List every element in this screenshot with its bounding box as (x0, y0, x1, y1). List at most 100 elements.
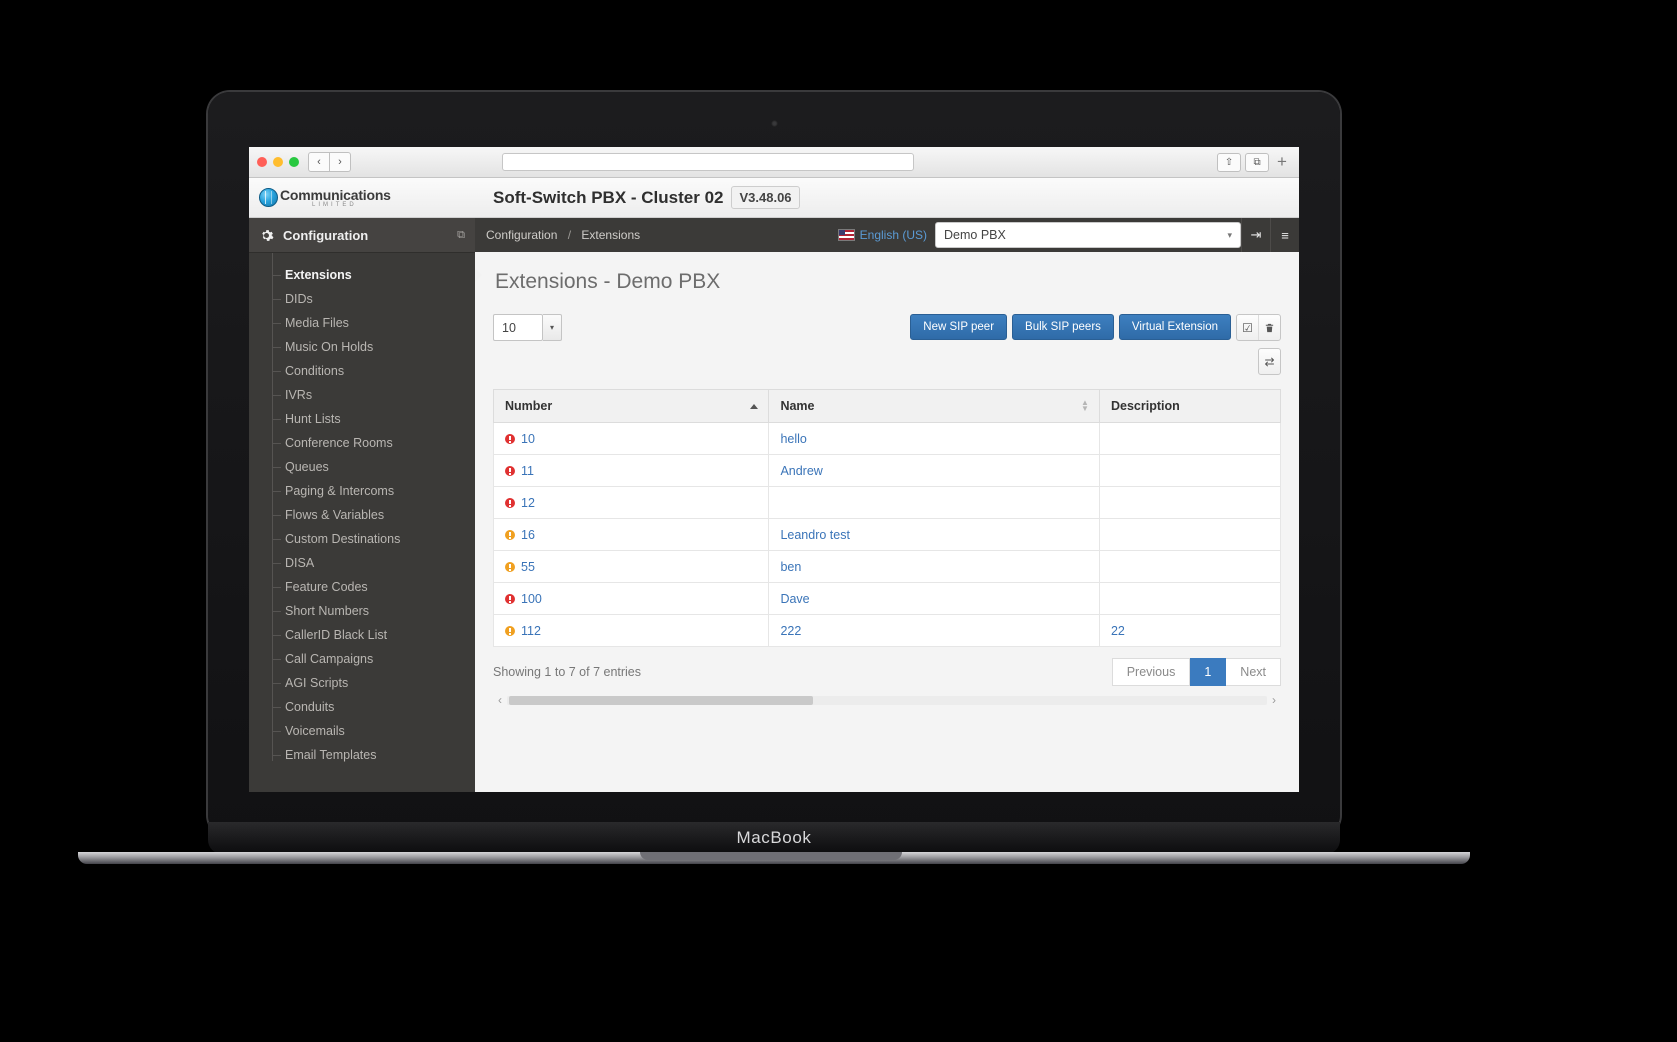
table-row[interactable]: 16 Leandro test (492, 518, 1282, 551)
cell-number[interactable]: 112 (492, 614, 770, 647)
column-header-label: Name (780, 399, 815, 413)
cell-number[interactable]: 11 (492, 454, 770, 487)
select-all-icon[interactable]: ☑ (1237, 315, 1258, 340)
status-warning-icon (505, 561, 515, 572)
sidebar-item-ivrs[interactable]: IVRs (249, 383, 475, 407)
scroll-thumb[interactable] (509, 695, 813, 705)
sidebar-item-disa[interactable]: DISA (249, 551, 475, 575)
sidebar-item-extensions[interactable]: Extensions (249, 263, 482, 287)
sidebar-item-hunt-lists[interactable]: Hunt Lists (249, 407, 475, 431)
show-tabs-icon[interactable]: ⧉ (1245, 152, 1270, 172)
sidebar-item-short-numbers[interactable]: Short Numbers (249, 599, 475, 623)
breadcrumb-root[interactable]: Configuration (486, 228, 557, 242)
browser-nav-buttons[interactable]: ‹ › (308, 152, 351, 172)
sidebar-item-feature-codes[interactable]: Feature Codes (249, 575, 475, 599)
bulk-sip-peers-button[interactable]: Bulk SIP peers (1012, 314, 1114, 340)
window-traffic-lights[interactable] (257, 157, 299, 167)
new-sip-peer-button[interactable]: New SIP peer (910, 314, 1008, 340)
sidebar-item-music-on-holds[interactable]: Music On Holds (249, 335, 475, 359)
sidebar-item-call-campaigns[interactable]: Call Campaigns (249, 647, 475, 671)
sidebar-item-email-templates[interactable]: Email Templates (249, 743, 475, 767)
column-header-number[interactable]: Number (492, 389, 770, 423)
sidebar-item-custom-destinations[interactable]: Custom Destinations (249, 527, 475, 551)
pagination-next[interactable]: Next (1226, 658, 1281, 686)
minimize-window-icon[interactable] (273, 157, 283, 167)
cell-description[interactable] (1098, 518, 1282, 551)
cell-number[interactable]: 55 (492, 550, 770, 583)
address-bar[interactable] (502, 153, 915, 171)
table-row[interactable]: 100 Dave (492, 582, 1282, 615)
page-length-value[interactable]: 10 (493, 314, 543, 341)
cell-name[interactable]: Andrew (768, 454, 1100, 487)
table-row[interactable]: 10 hello (492, 422, 1282, 455)
cell-name[interactable] (768, 486, 1100, 519)
trash-icon[interactable] (1258, 315, 1280, 340)
hamburger-menu-icon[interactable]: ≡ (1270, 218, 1299, 252)
cell-description[interactable] (1098, 422, 1282, 455)
page-length-caret-icon[interactable]: ▾ (543, 314, 562, 341)
sidebar-item-callerid-black-list[interactable]: CallerID Black List (249, 623, 475, 647)
active-indicator-icon (475, 268, 482, 282)
sidebar-collapse-icon[interactable]: ⧉ (457, 229, 465, 242)
logout-icon[interactable]: ⇥ (1241, 218, 1270, 252)
language-selector[interactable]: English (US) (837, 228, 927, 242)
table-row[interactable]: 55 ben (492, 550, 1282, 583)
close-window-icon[interactable] (257, 157, 267, 167)
column-visibility-control[interactable]: ⇄ (1258, 348, 1281, 375)
cell-name[interactable]: Dave (768, 582, 1100, 615)
sidebar-item-voicemails[interactable]: Voicemails (249, 719, 475, 743)
cell-name[interactable]: hello (768, 422, 1100, 455)
table-row[interactable]: 112 222 22 (492, 614, 1282, 647)
status-warning-icon (505, 625, 515, 636)
column-header-description[interactable]: Description (1098, 389, 1282, 423)
sidebar-item-conduits[interactable]: Conduits (249, 695, 475, 719)
share-icon[interactable]: ⇧ (1217, 152, 1242, 172)
sidebar-item-media-files[interactable]: Media Files (249, 311, 475, 335)
sidebar-item-label: CallerID Black List (285, 628, 388, 642)
table-row[interactable]: 11 Andrew (492, 454, 1282, 487)
virtual-extension-button[interactable]: Virtual Extension (1118, 314, 1231, 340)
cell-number[interactable]: 10 (492, 422, 770, 455)
sidebar-item-agi-scripts[interactable]: AGI Scripts (249, 671, 475, 695)
cell-description[interactable] (1098, 582, 1282, 615)
brand-logo[interactable]: Communications LIMITED (249, 187, 475, 208)
cell-name[interactable]: Leandro test (768, 518, 1100, 551)
cell-number[interactable]: 100 (492, 582, 770, 615)
back-icon[interactable]: ‹ (308, 152, 330, 172)
sidebar-item-label: Voicemails (285, 724, 345, 738)
column-header-name[interactable]: Name ▲ ▼ (768, 389, 1100, 423)
forward-icon[interactable]: › (330, 152, 351, 172)
cell-name[interactable]: 222 (768, 614, 1100, 647)
cell-description[interactable] (1098, 454, 1282, 487)
zoom-window-icon[interactable] (289, 157, 299, 167)
pbx-select[interactable]: Demo PBX ▾ (935, 222, 1241, 248)
sidebar-item-conference-rooms[interactable]: Conference Rooms (249, 431, 475, 455)
cell-description[interactable]: 22 (1098, 614, 1282, 647)
new-tab-icon[interactable]: + (1273, 152, 1291, 172)
main-content: Configuration / Extensions English (US) … (475, 218, 1299, 792)
columns-toggle-icon[interactable]: ⇄ (1259, 349, 1280, 374)
sidebar-item-label: Paging & Intercoms (285, 484, 395, 498)
sidebar-item-paging-intercoms[interactable]: Paging & Intercoms (249, 479, 475, 503)
cell-description[interactable] (1098, 486, 1282, 519)
scroll-right-icon[interactable]: › (1267, 693, 1281, 707)
sidebar-item-flows-variables[interactable]: Flows & Variables (249, 503, 475, 527)
sidebar-item-queues[interactable]: Queues (249, 455, 475, 479)
app-body: Configuration ⧉ Extensions DIDs Media File… (249, 218, 1299, 792)
cell-description[interactable] (1098, 550, 1282, 583)
sidebar-item-label: Music On Holds (285, 340, 374, 354)
topbar-actions: English (US) Demo PBX ▾ ⇥ ≡ (837, 218, 1299, 252)
horizontal-scrollbar[interactable]: ‹ › (493, 693, 1281, 707)
cell-number[interactable]: 12 (492, 486, 770, 519)
scroll-left-icon[interactable]: ‹ (493, 693, 507, 707)
pagination-page-1[interactable]: 1 (1190, 658, 1227, 686)
pagination-previous[interactable]: Previous (1111, 658, 1191, 686)
sidebar-section-configuration[interactable]: Configuration ⧉ (249, 218, 475, 253)
scroll-track[interactable] (507, 695, 1267, 705)
page-length-control[interactable]: 10 ▾ (493, 314, 562, 341)
cell-name[interactable]: ben (768, 550, 1100, 583)
sidebar-item-conditions[interactable]: Conditions (249, 359, 475, 383)
table-row[interactable]: 12 (492, 486, 1282, 519)
sidebar-item-dids[interactable]: DIDs (249, 287, 475, 311)
cell-number[interactable]: 16 (492, 518, 770, 551)
